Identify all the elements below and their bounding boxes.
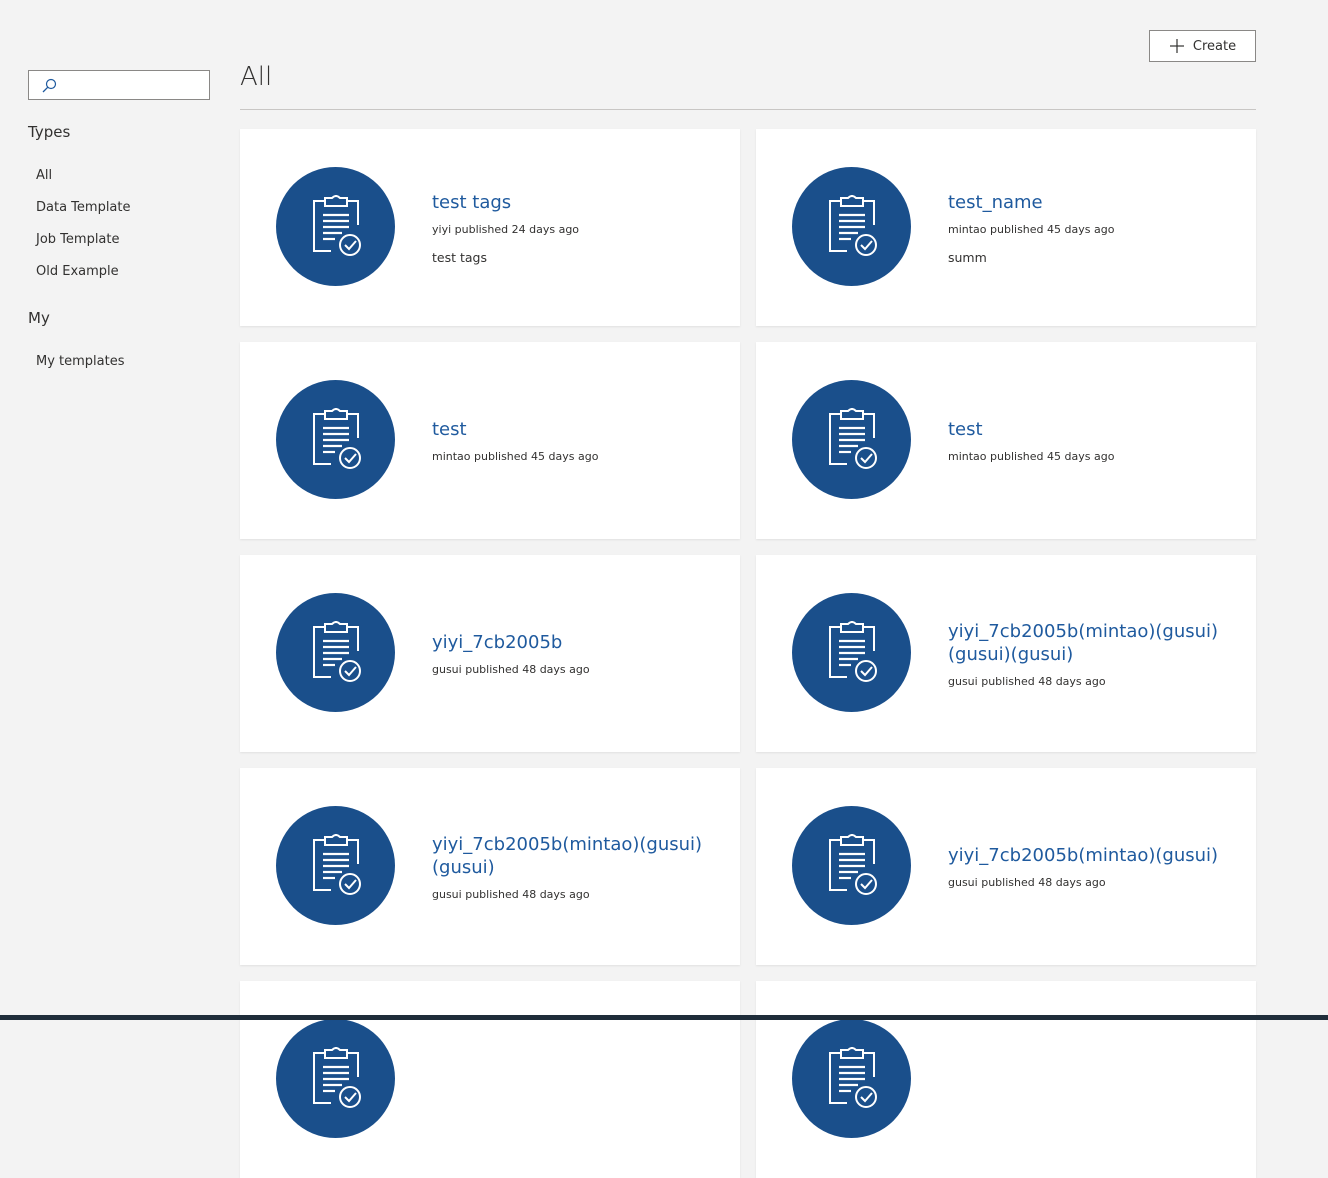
clipboard-check-icon [313,195,361,256]
template-icon-circle [792,1019,911,1138]
my-heading: My [28,309,50,327]
title-divider [240,109,1256,110]
card-info: yiyi_7cb2005b(mintao)(gusui)(gusui)(gusu… [948,555,1240,752]
card-meta: yiyi published 24 days ago [432,222,580,236]
template-card[interactable]: yiyi_7cb2005b gusui published 48 days ag… [240,555,740,752]
template-icon-circle [276,806,395,925]
template-icon-circle [276,167,395,286]
clipboard-check-icon [829,621,877,682]
template-icon-circle [792,806,911,925]
template-icon-circle [276,593,395,712]
card-meta: gusui published 48 days ago [432,887,590,901]
card-title[interactable]: yiyi_7cb2005b(mintao)(gusui) [948,844,1240,867]
create-button[interactable]: Create [1149,30,1256,62]
clipboard-check-icon [313,834,361,895]
clipboard-check-icon [313,621,361,682]
search-box[interactable] [28,70,210,100]
card-meta: mintao published 45 days ago [432,450,599,463]
card-title[interactable]: test [432,418,724,441]
nav-item-job-template[interactable]: Job Template [36,232,120,247]
card-title[interactable]: test tags [432,191,724,214]
template-card[interactable]: test mintao published 45 days ago [756,342,1256,539]
template-card[interactable]: yiyi_7cb2005b(mintao)(gusui)(gusui) gusu… [240,768,740,965]
card-info: yiyi_7cb2005b(mintao)(gusui)(gusui) gusu… [432,768,724,965]
card-description: summ [948,249,987,265]
search-icon [42,78,57,93]
card-info: test mintao published 45 days ago [432,342,724,539]
nav-item-my-templates[interactable]: My templates [36,354,125,369]
page-title: All [240,62,273,92]
card-description: test tags [432,249,487,265]
card-meta: mintao published 45 days ago [948,222,1115,236]
card-meta: mintao published 45 days ago [948,450,1115,463]
template-card[interactable]: yiyi_7cb2005b(mintao)(gusui)(gusui)(gusu… [756,555,1256,752]
card-info: test_name mintao published 45 days ago s… [948,129,1240,326]
template-icon-circle [276,380,395,499]
template-icon-circle [792,380,911,499]
template-card[interactable]: test_name mintao published 45 days ago s… [756,129,1256,326]
template-card[interactable]: yiyi_7cb2005b(mintao)(gusui) gusui publi… [756,768,1256,965]
card-info: test tags yiyi published 24 days ago tes… [432,129,724,326]
template-card[interactable] [240,981,740,1178]
types-heading: Types [28,123,71,141]
create-button-label: Create [1192,38,1237,54]
plus-icon [1169,39,1184,53]
nav-item-all[interactable]: All [36,168,52,183]
template-card[interactable] [756,981,1256,1178]
card-info: yiyi_7cb2005b gusui published 48 days ag… [432,555,724,752]
clipboard-check-icon [829,408,877,469]
card-title[interactable]: yiyi_7cb2005b(mintao)(gusui)(gusui) [432,833,724,879]
clipboard-check-icon [313,408,361,469]
clipboard-check-icon [829,1047,877,1108]
template-icon-circle [792,167,911,286]
template-card[interactable]: test mintao published 45 days ago [240,342,740,539]
clipboard-check-icon [829,195,877,256]
card-meta: gusui published 48 days ago [948,674,1106,688]
card-title[interactable]: yiyi_7cb2005b [432,631,724,654]
card-title[interactable]: test [948,418,1240,441]
card-info: yiyi_7cb2005b(mintao)(gusui) gusui publi… [948,768,1240,965]
card-meta: gusui published 48 days ago [432,663,590,676]
nav-item-old-example[interactable]: Old Example [36,264,119,279]
clipboard-check-icon [313,1047,361,1108]
search-input[interactable] [63,74,207,98]
template-card[interactable]: test tags yiyi published 24 days ago tes… [240,129,740,326]
nav-item-data-template[interactable]: Data Template [36,200,131,215]
card-title[interactable]: test_name [948,191,1240,214]
clipboard-check-icon [829,834,877,895]
template-icon-circle [792,593,911,712]
card-meta: gusui published 48 days ago [948,876,1106,889]
card-title[interactable]: yiyi_7cb2005b(mintao)(gusui)(gusui)(gusu… [948,620,1240,666]
template-icon-circle [276,1019,395,1138]
card-info: test mintao published 45 days ago [948,342,1240,539]
bottom-bar [0,1015,1328,1020]
